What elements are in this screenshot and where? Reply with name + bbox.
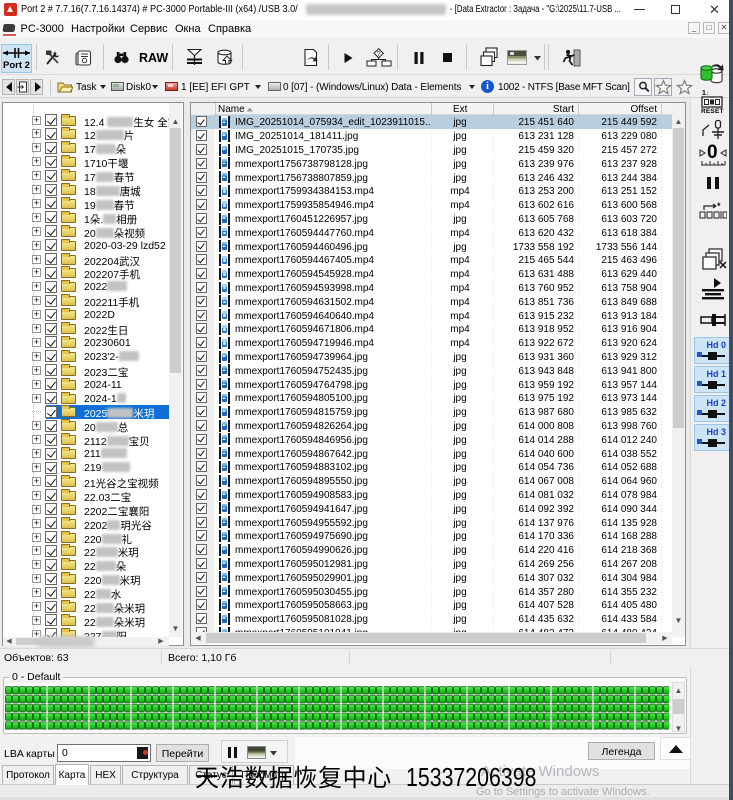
svg-text:?: ?: [377, 51, 381, 58]
svg-text:*: *: [717, 202, 721, 211]
